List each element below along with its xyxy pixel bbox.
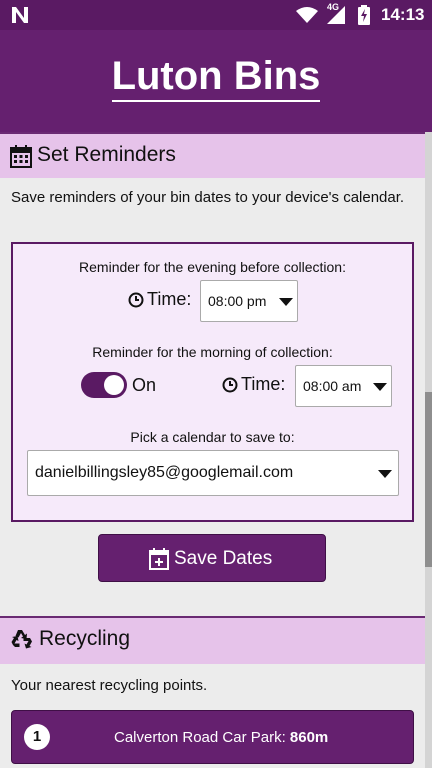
evening-time-value: 08:00 pm bbox=[208, 293, 267, 309]
clock-icon bbox=[128, 292, 144, 307]
chevron-down-icon bbox=[373, 383, 387, 391]
recycling-point-number: 1 bbox=[24, 724, 50, 750]
scrollbar-track[interactable] bbox=[425, 132, 432, 768]
toggle-knob bbox=[104, 375, 124, 395]
app-title: Luton Bins bbox=[0, 54, 432, 102]
recycling-section-title: Recycling bbox=[39, 627, 131, 650]
recycling-intro: Your nearest recycling points. bbox=[11, 677, 208, 694]
morning-time-label: Time: bbox=[222, 374, 285, 395]
morning-reminder-label: Reminder for the morning of collection: bbox=[92, 344, 333, 360]
calendar-icon bbox=[10, 145, 32, 168]
reminders-section-title: Set Reminders bbox=[37, 143, 176, 166]
recycling-point-distance: 860m bbox=[289, 729, 329, 746]
wifi-icon bbox=[296, 7, 318, 23]
reminders-intro: Save reminders of your bin dates to your… bbox=[11, 189, 405, 206]
evening-reminder-label: Reminder for the evening before collecti… bbox=[79, 259, 346, 275]
evening-time-select[interactable]: 08:00 pm bbox=[200, 280, 298, 322]
recycling-point-card[interactable]: 1 Calverton Road Car Park: 860m bbox=[11, 710, 414, 764]
n-notification-icon bbox=[12, 7, 28, 23]
chevron-down-icon bbox=[279, 298, 293, 306]
evening-time-text: Time: bbox=[147, 289, 192, 309]
battery-charging-icon bbox=[358, 5, 370, 25]
save-dates-button[interactable]: Save Dates bbox=[98, 534, 326, 582]
calendar-plus-icon bbox=[149, 548, 169, 570]
scrollbar-thumb[interactable] bbox=[425, 392, 432, 567]
morning-time-value: 08:00 am bbox=[303, 378, 362, 394]
status-clock: 14:13 bbox=[381, 5, 425, 24]
calendar-select-value: danielbillingsley85@googlemail.com bbox=[35, 464, 294, 481]
morning-time-select[interactable]: 08:00 am bbox=[295, 365, 392, 407]
app-title-text: Luton Bins bbox=[111, 54, 321, 102]
calendar-select[interactable]: danielbillingsley85@googlemail.com bbox=[27, 450, 399, 496]
morning-time-text: Time: bbox=[241, 374, 286, 394]
save-dates-label: Save Dates bbox=[174, 548, 273, 569]
reminder-panel: Reminder for the evening before collecti… bbox=[11, 242, 414, 522]
recycling-point-name-text: Calverton Road Car Park: bbox=[114, 729, 290, 746]
recycling-section-header: Recycling bbox=[0, 618, 425, 664]
clock-icon bbox=[222, 377, 238, 392]
calendar-picker-label: Pick a calendar to save to: bbox=[130, 429, 295, 445]
recycling-point-name: Calverton Road Car Park: 860m bbox=[114, 729, 328, 746]
recycle-icon bbox=[11, 630, 32, 649]
reminders-section-header: Set Reminders bbox=[0, 132, 425, 178]
status-bar: 4G 14:13 bbox=[0, 0, 432, 30]
signal-icon bbox=[327, 6, 345, 24]
app-header: Luton Bins bbox=[0, 30, 432, 132]
morning-reminder-toggle[interactable] bbox=[81, 372, 127, 398]
evening-time-label: Time: bbox=[128, 289, 191, 310]
morning-toggle-label: On bbox=[132, 375, 157, 395]
chevron-down-icon bbox=[378, 470, 392, 478]
